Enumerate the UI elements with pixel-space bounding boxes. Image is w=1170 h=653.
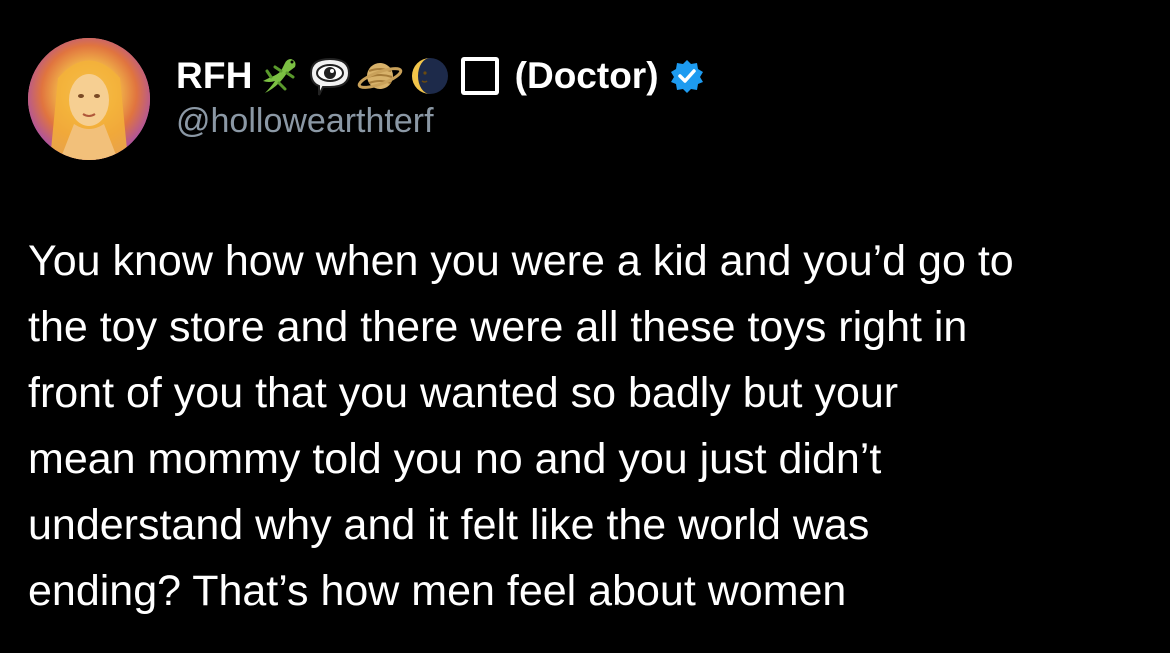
name-row: RFH (Doctor) xyxy=(176,52,1076,100)
tweet-text-line: mean mommy told you no and you just didn… xyxy=(28,435,882,483)
verified-badge-icon xyxy=(669,58,705,94)
tweet: RFH (Doctor) @hollowearthterf You know h… xyxy=(0,0,1170,653)
tweet-text: You know how when you were a kid and you… xyxy=(28,228,1148,624)
tweet-text-line: understand why and it felt like the worl… xyxy=(28,501,870,549)
eye-in-speech-bubble-icon xyxy=(307,53,353,99)
crescent-moon-face-icon xyxy=(407,53,453,99)
tweet-text-line: You know how when you were a kid and you… xyxy=(28,237,1014,285)
tweet-text-line: ending? That’s how men feel about women xyxy=(28,567,847,615)
black-square-icon xyxy=(457,53,503,99)
avatar[interactable] xyxy=(28,38,150,160)
tweet-text-line: front of you that you wanted so badly bu… xyxy=(28,369,899,417)
display-name[interactable]: RFH xyxy=(176,55,253,97)
ringed-planet-icon xyxy=(357,53,403,99)
author-title: (Doctor) xyxy=(514,55,659,96)
tweet-text-line: the toy store and there were all these t… xyxy=(28,303,968,351)
lizard-icon xyxy=(257,53,303,99)
tweet-header: RFH (Doctor) @hollowearthterf xyxy=(176,52,1076,152)
author-handle[interactable]: @hollowearthterf xyxy=(176,102,1076,141)
